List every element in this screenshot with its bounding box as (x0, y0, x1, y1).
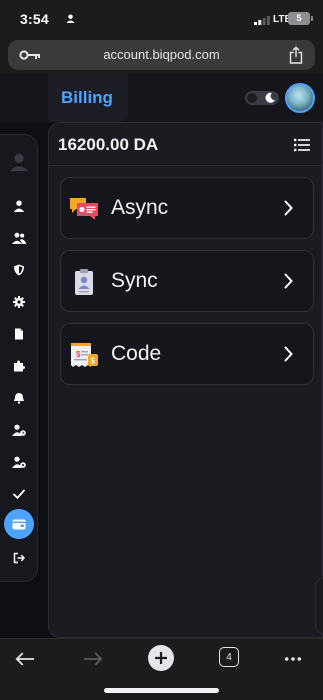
chevron-right-icon (284, 200, 293, 216)
user-icon (13, 200, 25, 212)
clipboard-user-icon (75, 269, 93, 295)
puzzle-icon (14, 360, 25, 372)
sidebar-avatar-placeholder[interactable] (4, 149, 34, 175)
app-header: Billing (0, 74, 323, 122)
file-icon (15, 328, 23, 340)
toggle-knob (247, 93, 257, 103)
user-cog-icon (12, 456, 26, 468)
moon-icon (265, 92, 275, 103)
svg-text:$: $ (76, 350, 81, 359)
card-label: Code (111, 342, 162, 365)
sidebar-item-notifications[interactable] (4, 385, 34, 411)
sidebar-item-security[interactable] (4, 257, 34, 283)
side-drawer-handle[interactable] (315, 578, 323, 634)
billing-option-async[interactable]: Async (60, 177, 314, 239)
sidebar-item-logout[interactable] (4, 545, 34, 571)
logout-icon (13, 552, 25, 564)
card-label: Async (111, 196, 169, 219)
home-indicator (104, 688, 219, 693)
status-time: 3:54 (20, 11, 49, 27)
ellipsis-icon (284, 657, 302, 661)
browser-toolbar: 4 (0, 638, 323, 700)
sidebar (0, 134, 38, 582)
svg-text:$: $ (91, 357, 96, 366)
shield-icon (14, 264, 24, 276)
sidebar-item-tasks[interactable] (4, 481, 34, 507)
avatar[interactable] (285, 83, 315, 113)
users-icon (12, 232, 26, 244)
person-icon (66, 14, 75, 23)
balance-amount: 16200.00 DA (58, 135, 159, 154)
sidebar-item-billing[interactable] (4, 509, 34, 539)
user-clock-icon (12, 424, 26, 436)
forward-button[interactable] (82, 647, 104, 671)
gear-icon (13, 296, 25, 308)
user-placeholder-icon (9, 153, 29, 172)
new-tab-button[interactable] (148, 645, 174, 671)
browser-address-area: account.biqpod.com (0, 38, 323, 74)
card-label: Sync (111, 269, 158, 292)
url-text[interactable]: account.biqpod.com (8, 47, 315, 62)
app-viewport: Billing 16200.00 DA Async Sync $ $ Code (0, 74, 323, 638)
chevron-right-icon (284, 273, 293, 289)
billing-option-sync[interactable]: Sync (60, 250, 314, 312)
bell-icon (14, 393, 24, 404)
theme-toggle[interactable] (245, 91, 279, 105)
sidebar-item-settings[interactable] (4, 289, 34, 315)
plus-icon (155, 652, 167, 664)
arrow-left-icon (15, 652, 35, 666)
sidebar-item-users[interactable] (4, 225, 34, 251)
tabs-button[interactable]: 4 (219, 647, 239, 667)
url-bar[interactable]: account.biqpod.com (8, 40, 315, 70)
sidebar-item-documents[interactable] (4, 321, 34, 347)
list-icon[interactable] (294, 138, 310, 152)
battery-icon: 5 (288, 12, 313, 25)
status-bar: 3:54 LTE 5 (0, 0, 323, 38)
more-button[interactable] (283, 647, 303, 671)
messages-invoice-icon (70, 198, 98, 220)
sidebar-item-user[interactable] (4, 193, 34, 219)
receipt-dollar-icon: $ $ (71, 343, 98, 367)
billing-panel: 16200.00 DA Async Sync $ $ Code (48, 122, 323, 638)
chevron-right-icon (284, 346, 293, 362)
sidebar-item-user-settings[interactable] (4, 449, 34, 475)
share-icon[interactable] (289, 46, 303, 64)
sidebar-item-integrations[interactable] (4, 353, 34, 379)
billing-option-code[interactable]: $ $ Code (60, 323, 314, 385)
sidebar-item-user-activity[interactable] (4, 417, 34, 443)
wallet-icon (12, 519, 26, 530)
check-icon (13, 489, 25, 500)
arrow-right-icon (83, 652, 103, 666)
signal-icon (254, 16, 270, 25)
back-button[interactable] (14, 647, 36, 671)
panel-divider (49, 165, 323, 166)
page-title: Billing (61, 88, 113, 107)
